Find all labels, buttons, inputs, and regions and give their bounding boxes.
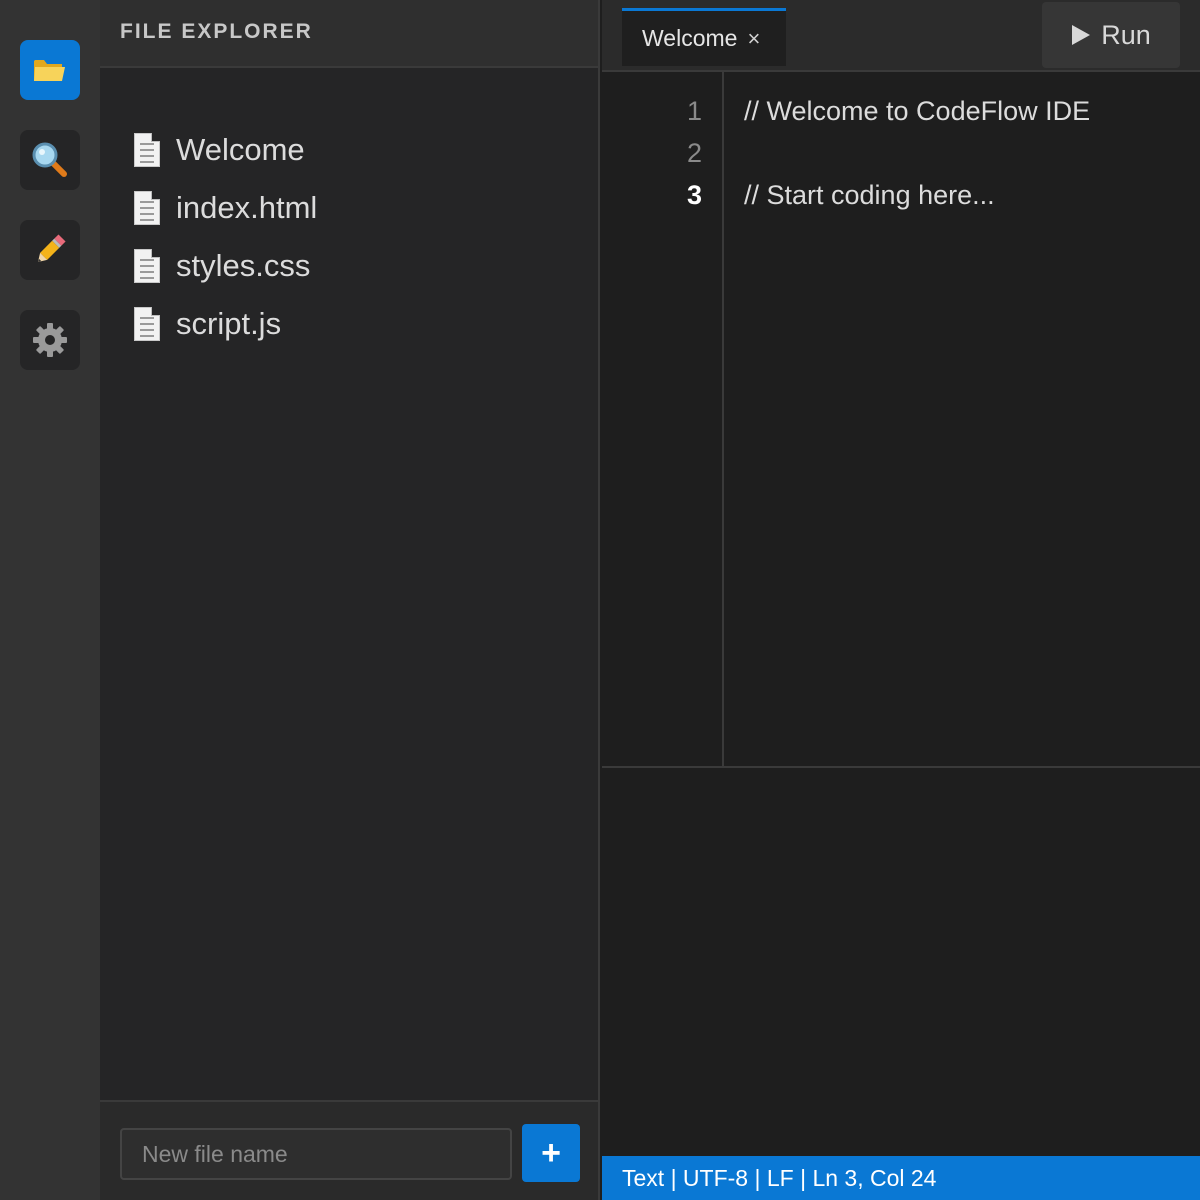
code-editor[interactable]: // Welcome to CodeFlow IDE // Start codi…: [744, 72, 1184, 766]
pencil-icon: [37, 234, 66, 263]
tab-label: Welcome: [642, 25, 738, 51]
run-label: Run: [1101, 19, 1151, 50]
add-file-button[interactable]: +: [522, 1124, 580, 1182]
new-file-name-input[interactable]: [120, 1128, 512, 1180]
code-line: // Welcome to CodeFlow IDE: [744, 96, 1091, 126]
line-number: 2: [686, 138, 702, 168]
explorer-header: FILE EXPLORER: [100, 0, 598, 68]
activity-bar: [0, 0, 100, 1200]
file-label: script.js: [176, 306, 282, 341]
file-item-welcome[interactable]: Welcome: [134, 128, 554, 172]
file-item-styles-css[interactable]: styles.css: [134, 244, 554, 288]
output-panel[interactable]: [602, 766, 1200, 1156]
explorer-title: FILE EXPLORER: [120, 20, 313, 43]
search-icon: [32, 142, 67, 177]
close-icon[interactable]: ×: [747, 26, 760, 52]
new-file-bar: +: [100, 1100, 598, 1200]
file-item-index-html[interactable]: index.html: [134, 186, 554, 230]
play-icon: [1072, 25, 1091, 45]
activity-settings-button[interactable]: [20, 310, 80, 370]
file-label: styles.css: [176, 248, 311, 283]
file-icon: [134, 133, 160, 167]
file-icon: [134, 307, 160, 341]
line-number-gutter: 1 2 3: [602, 72, 724, 766]
run-button[interactable]: Run: [1042, 2, 1180, 68]
folder-icon: [34, 60, 65, 81]
status-bar: Text | UTF-8 | LF | Ln 3, Col 24: [602, 1156, 1200, 1200]
code-line: // Start coding here...: [744, 180, 995, 210]
activity-explorer-button[interactable]: [20, 40, 80, 100]
file-explorer-panel: FILE EXPLORER Welcome index.html styles.…: [100, 0, 600, 1200]
line-number: 1: [686, 96, 702, 126]
activity-edit-button[interactable]: [20, 220, 80, 280]
file-label: index.html: [176, 190, 318, 225]
line-number-current: 3: [686, 180, 702, 210]
ide-window: FILE EXPLORER Welcome index.html styles.…: [0, 0, 1200, 1200]
gear-icon: [33, 323, 67, 357]
editor-area: Welcome × Run 1 2 3 // Welcome to CodeFl…: [602, 0, 1200, 1200]
tab-bar: Welcome × Run: [602, 0, 1200, 72]
file-item-script-js[interactable]: script.js: [134, 302, 554, 346]
file-icon: [134, 249, 160, 283]
activity-search-button[interactable]: [20, 130, 80, 190]
tab-welcome[interactable]: Welcome ×: [622, 8, 786, 66]
file-icon: [134, 191, 160, 225]
file-label: Welcome: [176, 132, 305, 167]
status-text: Text | UTF-8 | LF | Ln 3, Col 24: [622, 1164, 937, 1191]
